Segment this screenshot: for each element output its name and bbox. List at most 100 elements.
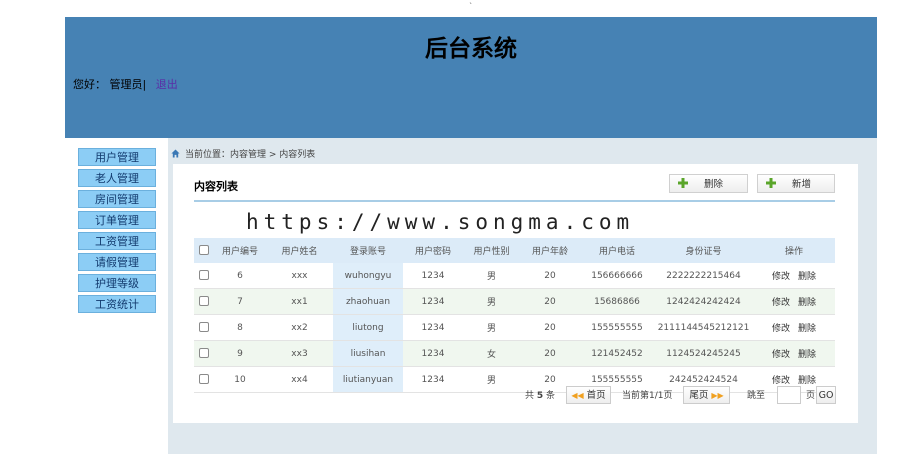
row-checkbox[interactable] [199,348,209,359]
panel-title: 内容列表 [194,180,238,193]
cell-id: 7 [214,288,266,315]
col-header: 用户姓名 [266,238,333,263]
select-all-checkbox[interactable] [199,245,209,256]
cell-name: xx3 [266,340,333,367]
row-checkbox-cell [194,288,214,315]
col-header: 登录账号 [333,238,403,263]
cell-age: 20 [520,263,580,289]
logout-link[interactable]: 退出 [156,78,178,91]
row-checkbox[interactable] [199,322,209,333]
delete-link[interactable]: 删除 [798,324,816,334]
edit-link[interactable]: 修改 [772,298,790,308]
cell-password: 1234 [403,314,463,341]
row-checkbox-cell [194,366,214,393]
cell-gender: 男 [463,314,520,341]
cell-id: 10 [214,366,266,393]
content-area: 当前位置：内容管理 > 内容列表 内容列表 删除 新增 https://www.… [168,138,877,454]
panel-divider [194,200,835,202]
cell-phone: 156666666 [580,263,654,289]
row-checkbox-cell [194,263,214,289]
last-page-label: 尾页 [689,390,709,401]
cell-account: liutong [333,314,403,341]
first-page-label: 首页 [586,390,606,401]
page-title: 后台系统 [425,36,517,62]
cell-password: 1234 [403,288,463,315]
cell-name: xxx [266,263,333,289]
edit-link[interactable]: 修改 [772,350,790,360]
cell-account: liutianyuan [333,366,403,393]
cell-phone: 15686866 [580,288,654,315]
table-header-row: 用户编号 用户姓名 登录账号 用户密码 用户性别 用户年龄 用户电话 身份证号 … [194,238,835,263]
cell-actions: 修改 删除 [753,340,835,367]
add-button-label: 新增 [792,179,812,190]
delete-button[interactable]: 删除 [669,174,748,193]
delete-link[interactable]: 删除 [798,350,816,360]
table-row: 7 xx1 zhaohuan 1234 男 20 15686866 124242… [194,288,835,315]
row-checkbox[interactable] [199,270,209,281]
cell-age: 20 [520,340,580,367]
sidebar-item-elder[interactable]: 老人管理 [78,169,156,187]
double-left-arrow-icon: ◀◀ [571,391,584,400]
jump-page-input[interactable] [777,386,801,404]
col-header: 身份证号 [654,238,753,263]
pager-total-suffix: 条 [546,391,556,401]
jump-label: 跳至 [747,391,766,401]
table-row: 9 xx3 liusihan 1234 女 20 121452452 11245… [194,340,835,367]
cell-idcard: 2111144545212121 [654,314,753,341]
page-unit-label: 页 [806,391,816,401]
cell-gender: 女 [463,340,520,367]
plus-icon [678,178,688,188]
delete-link[interactable]: 删除 [798,376,816,386]
sidebar-item-order[interactable]: 订单管理 [78,211,156,229]
col-header: 操作 [753,238,835,263]
cell-gender: 男 [463,288,520,315]
cell-idcard: 2222222215464 [654,263,753,289]
row-checkbox[interactable] [199,374,209,385]
edit-link[interactable]: 修改 [772,376,790,386]
cell-phone: 155555555 [580,314,654,341]
table-row: 10 xx4 liutianyuan 1234 男 20 155555555 2… [194,366,835,393]
sidebar-item-user[interactable]: 用户管理 [78,148,156,166]
cell-actions: 修改 删除 [753,263,835,289]
cell-idcard: 1242424242424 [654,288,753,315]
col-header: 用户编号 [214,238,266,263]
pager-total-prefix: 共 [525,391,535,401]
go-button[interactable]: GO [816,386,836,404]
pager-total-count: 5 [536,391,544,401]
cell-actions: 修改 删除 [753,314,835,341]
sidebar-item-care-level[interactable]: 护理等级 [78,274,156,292]
edit-link[interactable]: 修改 [772,272,790,282]
select-all-cell [194,238,214,263]
user-table: 用户编号 用户姓名 登录账号 用户密码 用户性别 用户年龄 用户电话 身份证号 … [194,238,835,393]
sidebar-item-leave[interactable]: 请假管理 [78,253,156,271]
row-checkbox-cell [194,340,214,367]
cell-gender: 男 [463,263,520,289]
sidebar: 用户管理 老人管理 房间管理 订单管理 工资管理 请假管理 护理等级 工资统计 [65,138,168,454]
row-checkbox[interactable] [199,296,209,307]
user-greeting: 您好： 管理员| 退出 [73,76,178,92]
add-button[interactable]: 新增 [757,174,835,193]
last-page-button[interactable]: 尾页 ▶▶ [683,386,730,404]
pager-current: 当前第1/1页 [622,391,673,401]
cell-name: xx1 [266,288,333,315]
row-checkbox-cell [194,314,214,341]
cell-idcard: 1124524245245 [654,340,753,367]
edit-link[interactable]: 修改 [772,324,790,334]
sidebar-item-salary-stats[interactable]: 工资统计 [78,295,156,313]
table-row: 6 xxx wuhongyu 1234 男 20 156666666 22222… [194,263,835,289]
greeting-label: 您好： [73,78,106,91]
cell-password: 1234 [403,366,463,393]
double-right-arrow-icon: ▶▶ [711,391,724,400]
username: 管理员| [109,78,147,91]
col-header: 用户密码 [403,238,463,263]
delete-link[interactable]: 删除 [798,272,816,282]
sidebar-menu: 用户管理 老人管理 房间管理 订单管理 工资管理 请假管理 护理等级 工资统计 [78,148,156,316]
first-page-button[interactable]: ◀◀ 首页 [566,386,611,404]
sidebar-item-room[interactable]: 房间管理 [78,190,156,208]
delete-link[interactable]: 删除 [798,298,816,308]
content-panel: 内容列表 删除 新增 https://www.songma.com 用户编号 用… [173,164,858,423]
cell-password: 1234 [403,340,463,367]
header: 后台系统 您好： 管理员| 退出 [65,17,877,138]
sidebar-item-salary[interactable]: 工资管理 [78,232,156,250]
cell-password: 1234 [403,263,463,289]
